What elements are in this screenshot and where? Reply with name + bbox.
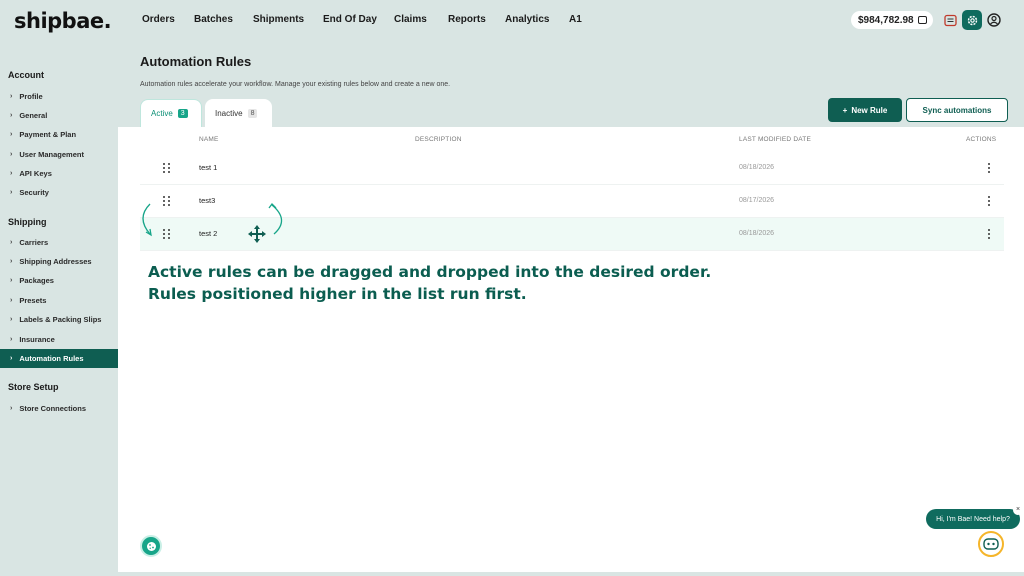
table-row[interactable]: test 1 08/18/2026 (140, 152, 1004, 185)
nav-batches[interactable]: Batches (194, 14, 233, 25)
chevron-right-icon: › (10, 93, 13, 100)
rule-modified-date: 08/18/2026 (739, 230, 775, 237)
page-title: Automation Rules (140, 54, 252, 69)
nav-orders[interactable]: Orders (142, 14, 175, 25)
sidebar-item-profile[interactable]: › Profile (0, 87, 118, 106)
tab-label: Active (151, 109, 173, 118)
new-rule-button[interactable]: + New Rule (828, 98, 902, 122)
tab-inactive[interactable]: Inactive 8 (205, 99, 272, 127)
sidebar-item-insurance[interactable]: › Insurance (0, 330, 118, 349)
sidebar-item-shipping-addresses[interactable]: › Shipping Addresses (0, 252, 118, 271)
sidebar-item-label: Insurance (19, 335, 55, 344)
user-icon[interactable] (984, 10, 1004, 30)
column-header-name: NAME (199, 136, 219, 143)
rule-modified-date: 08/17/2026 (739, 197, 775, 204)
sidebar-item-label: Payment & Plan (19, 130, 77, 139)
column-header-actions: ACTIONS (966, 136, 997, 143)
rule-name: test 1 (199, 163, 218, 172)
sidebar-item-general[interactable]: › General (0, 106, 118, 125)
chevron-right-icon: › (10, 277, 13, 284)
calendar-icon[interactable] (940, 10, 960, 30)
column-header-last-modified: LAST MODIFIED DATE (739, 136, 811, 143)
sidebar-item-label: Automation Rules (19, 354, 84, 363)
chevron-right-icon: › (10, 336, 13, 343)
gear-icon[interactable] (962, 10, 982, 30)
sidebar-item-presets[interactable]: › Presets (0, 291, 118, 310)
kebab-icon[interactable] (985, 195, 993, 207)
chevron-right-icon: › (10, 297, 13, 304)
chevron-right-icon: › (10, 405, 13, 412)
drag-handle-icon[interactable] (163, 163, 172, 174)
sync-automations-button[interactable]: Sync automations (906, 98, 1008, 122)
sidebar-item-carriers[interactable]: › Carriers (0, 233, 118, 252)
new-rule-label: New Rule (851, 105, 888, 115)
settings-sidebar: Account › Profile › General › Payment & Pla… (0, 42, 118, 576)
sidebar-item-payment-plan[interactable]: › Payment & Plan (0, 125, 118, 144)
sidebar-section-account: Account (8, 70, 44, 80)
move-icon (248, 225, 266, 243)
sidebar-item-label: Labels & Packing Slips (19, 315, 102, 324)
kebab-icon[interactable] (985, 228, 993, 240)
sidebar-item-label: Profile (19, 92, 43, 101)
chevron-right-icon: › (10, 258, 13, 265)
plus-icon: + (842, 105, 848, 115)
chevron-right-icon: › (10, 131, 13, 138)
sidebar-item-label: General (19, 111, 48, 120)
nav-end-of-day[interactable]: End Of Day (323, 14, 377, 25)
sidebar-section-shipping: Shipping (8, 217, 47, 227)
tab-active[interactable]: Active 3 (140, 99, 202, 127)
tab-label: Inactive (215, 108, 243, 118)
chevron-right-icon: › (10, 151, 13, 158)
sidebar-item-label: User Management (19, 150, 84, 159)
page-description: Automation rules accelerate your workflo… (140, 81, 451, 88)
column-header-description: DESCRIPTION (415, 136, 462, 143)
balance-amount: $984,782.98 (858, 14, 914, 26)
sidebar-item-label: Security (19, 188, 49, 197)
top-navigation-bar: shipbae. Orders Batches Shipments End Of… (0, 0, 1024, 42)
shipbae-logo[interactable]: shipbae. (14, 9, 112, 33)
callout-line-2: Rules positioned higher in the list run … (148, 285, 527, 303)
chevron-right-icon: › (10, 355, 13, 362)
sidebar-item-label: API Keys (19, 169, 52, 178)
sidebar-item-label: Carriers (19, 238, 49, 247)
nav-a1[interactable]: A1 (569, 14, 582, 25)
drag-arrows-illustration (142, 203, 283, 237)
nav-reports[interactable]: Reports (448, 14, 486, 25)
sidebar-section-store-setup: Store Setup (8, 382, 59, 392)
chevron-right-icon: › (10, 239, 13, 246)
chevron-right-icon: › (10, 189, 13, 196)
sidebar-item-label: Packages (19, 276, 54, 285)
tab-count-badge: 3 (177, 109, 188, 118)
chevron-right-icon: › (10, 316, 13, 323)
wallet-icon (917, 16, 927, 24)
sidebar-item-label: Store Connections (19, 404, 87, 413)
close-icon[interactable]: × (1013, 505, 1023, 515)
sidebar-item-label: Presets (19, 296, 47, 305)
chatbot-icon[interactable] (978, 531, 1004, 557)
rule-modified-date: 08/18/2026 (739, 164, 775, 171)
nav-shipments[interactable]: Shipments (253, 14, 304, 25)
sidebar-item-labels-packing-slips[interactable]: › Labels & Packing Slips (0, 310, 118, 329)
chat-greeting-bubble[interactable]: Hi, I'm Bae! Need help? (926, 509, 1020, 529)
chevron-right-icon: › (10, 170, 13, 177)
kebab-icon[interactable] (985, 162, 993, 174)
callout-line-1: Active rules can be dragged and dropped … (148, 263, 712, 281)
sidebar-item-security[interactable]: › Security (0, 183, 118, 202)
sidebar-item-store-connections[interactable]: › Store Connections (0, 399, 118, 418)
tab-count-badge: 8 (247, 108, 258, 118)
chevron-right-icon: › (10, 112, 13, 119)
cookie-icon[interactable] (140, 535, 162, 557)
sidebar-item-packages[interactable]: › Packages (0, 271, 118, 290)
sidebar-item-automation-rules[interactable]: › Automation Rules (0, 349, 118, 368)
balance-badge[interactable]: $984,782.98 (851, 11, 933, 29)
nav-claims[interactable]: Claims (394, 14, 427, 25)
sidebar-item-label: Shipping Addresses (19, 257, 92, 266)
sidebar-item-api-keys[interactable]: › API Keys (0, 164, 118, 183)
nav-analytics[interactable]: Analytics (505, 14, 549, 25)
sidebar-item-user-management[interactable]: › User Management (0, 145, 118, 164)
